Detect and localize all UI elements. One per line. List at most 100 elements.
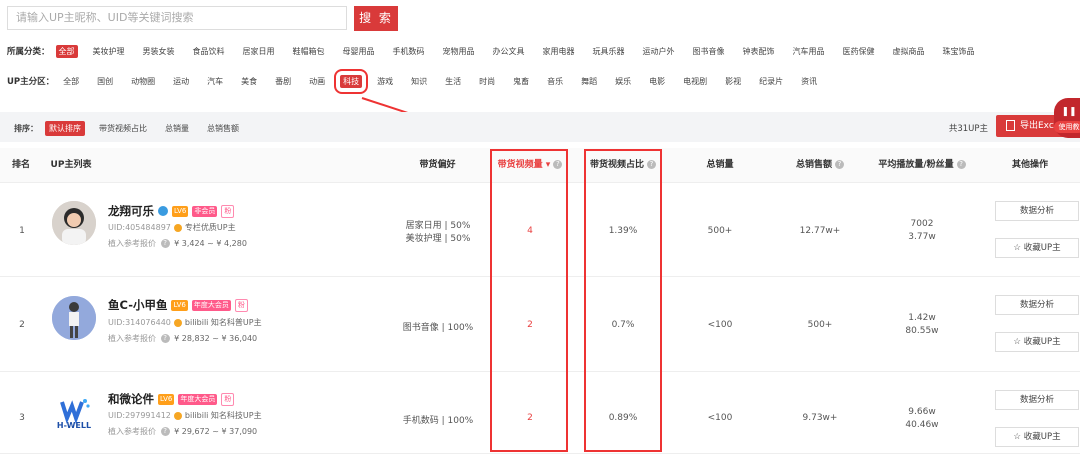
- category-option[interactable]: 男装女装: [140, 45, 178, 58]
- category-option[interactable]: 鞋帽箱包: [290, 45, 328, 58]
- avatar-image: [52, 201, 96, 245]
- sort-video-ratio[interactable]: 带货视频占比: [95, 121, 151, 136]
- total-sales: <100: [707, 413, 733, 423]
- fan-badge: 粉: [234, 298, 248, 312]
- up-name[interactable]: 和微论件: [108, 391, 154, 407]
- zone-option[interactable]: 知识: [408, 75, 430, 88]
- search-button[interactable]: 搜 索: [354, 6, 398, 31]
- avatar[interactable]: H-WELL: [52, 392, 96, 436]
- category-option[interactable]: 手机数码: [390, 45, 428, 58]
- zone-option[interactable]: 电影: [646, 75, 668, 88]
- verified-icon: [158, 206, 168, 216]
- sort-total-sales[interactable]: 总销量: [161, 121, 193, 136]
- data-analysis-button[interactable]: 数据分析: [995, 295, 1079, 315]
- zone-option[interactable]: 美食: [238, 75, 260, 88]
- help-icon[interactable]: ?: [835, 160, 844, 169]
- zone-option[interactable]: 音乐: [544, 75, 566, 88]
- zone-option[interactable]: 娱乐: [612, 75, 634, 88]
- up-name-line: 和微论件 LV6 年度大会员 粉: [108, 391, 235, 407]
- category-option[interactable]: 母婴用品: [340, 45, 378, 58]
- zone-option[interactable]: 时尚: [476, 75, 498, 88]
- header-total-sales: 总销量: [706, 160, 734, 170]
- category-filter: 所属分类： 全部 美妆护理 男装女装 食品饮料 居家日用 鞋帽箱包 母婴用品 手…: [7, 42, 990, 60]
- category-option[interactable]: 虚拟商品: [890, 45, 928, 58]
- header-total-revenue-label: 总销售额: [795, 160, 832, 170]
- category-option[interactable]: 家用电器: [540, 45, 578, 58]
- level-badge: LV6: [172, 205, 189, 217]
- category-option[interactable]: 图书音像: [690, 45, 728, 58]
- help-icon: ?: [160, 334, 170, 343]
- favorite-up-button[interactable]: ☆ 收藏UP主: [995, 427, 1079, 447]
- zone-option[interactable]: 舞蹈: [578, 75, 600, 88]
- up-name[interactable]: 龙翔可乐: [108, 203, 154, 219]
- category-option[interactable]: 珠宝饰品: [940, 45, 978, 58]
- zone-option[interactable]: 资讯: [798, 75, 820, 88]
- category-option[interactable]: 汽车用品: [790, 45, 828, 58]
- avatar[interactable]: [52, 201, 96, 245]
- rank: 3: [19, 413, 25, 423]
- zone-option[interactable]: 影视: [722, 75, 744, 88]
- avg-play: 9.66w: [908, 407, 936, 417]
- rank: 1: [19, 226, 25, 236]
- header-preference: 带货偏好: [419, 160, 456, 170]
- zone-option[interactable]: 游戏: [374, 75, 396, 88]
- fans-count: 3.77w: [908, 232, 936, 242]
- category-option[interactable]: 玩具乐器: [590, 45, 628, 58]
- category-option[interactable]: 办公文具: [490, 45, 528, 58]
- zone-option[interactable]: 番剧: [272, 75, 294, 88]
- sort-label: 排序：: [14, 124, 38, 133]
- zone-option-tech[interactable]: 科技: [334, 68, 369, 94]
- category-option[interactable]: 全部: [55, 44, 78, 58]
- category-option[interactable]: 运动户外: [640, 45, 678, 58]
- up-name[interactable]: 鱼C-小甲鱼: [108, 297, 167, 313]
- zone-option[interactable]: 全部: [60, 75, 82, 88]
- price-line: 植入参考报价 ? ¥ 3,424 ~ ¥ 4,280: [108, 238, 247, 249]
- zone-option[interactable]: 汽车: [204, 75, 226, 88]
- up-description: bilibili 知名科技UP主: [184, 411, 262, 420]
- category-option[interactable]: 宠物用品: [440, 45, 478, 58]
- rank: 2: [19, 320, 25, 330]
- help-tutorial-badge[interactable]: ❚❚ 使用教: [1054, 98, 1080, 138]
- help-icon[interactable]: ?: [956, 160, 966, 169]
- data-analysis-button[interactable]: 数据分析: [995, 201, 1079, 221]
- total-sales: <100: [707, 320, 733, 330]
- zone-option[interactable]: 国创: [94, 75, 116, 88]
- category-option[interactable]: 钟表配饰: [740, 45, 778, 58]
- avatar[interactable]: [52, 296, 96, 340]
- zone-option[interactable]: 生活: [442, 75, 464, 88]
- category-option[interactable]: 食品饮料: [190, 45, 228, 58]
- header-up-list: UP主列表: [50, 160, 92, 170]
- zone-option[interactable]: 电视剧: [680, 75, 710, 88]
- sort-options: 排序： 默认排序 带货视频占比 总销量 总销售额: [14, 121, 253, 136]
- favorite-up-button[interactable]: ☆ 收藏UP主: [995, 238, 1079, 258]
- price-line: 植入参考报价 ? ¥ 29,672 ~ ¥ 37,090: [108, 426, 257, 437]
- zone-option[interactable]: 纪录片: [756, 75, 786, 88]
- category-option[interactable]: 美妆护理: [90, 45, 128, 58]
- zone-option[interactable]: 动物圈: [128, 75, 158, 88]
- uid: UID:405484897: [108, 223, 171, 232]
- sort-total-revenue[interactable]: 总销售额: [203, 121, 243, 136]
- search-input[interactable]: 请输入UP主昵称、UID等关键词搜索: [7, 6, 347, 30]
- price-label: 植入参考报价: [108, 239, 156, 248]
- zone-option[interactable]: 鬼畜: [510, 75, 532, 88]
- zone-option[interactable]: 运动: [170, 75, 192, 88]
- bilibili-badge-icon: [173, 411, 182, 420]
- uid-line: UID:405484897 专栏优质UP主: [108, 222, 236, 233]
- data-analysis-button[interactable]: 数据分析: [995, 390, 1079, 410]
- zone-option[interactable]: 动画: [306, 75, 328, 88]
- fan-badge: 粉: [221, 392, 235, 406]
- up-name-line: 龙翔可乐 LV6 非会员 粉: [108, 203, 235, 219]
- export-icon: [1006, 120, 1015, 131]
- fans-count: 80.55w: [905, 326, 939, 336]
- category-option[interactable]: 医药保健: [840, 45, 878, 58]
- hwell-logo-text: H-WELL: [56, 421, 92, 430]
- help-icon: ?: [160, 427, 170, 436]
- preference-1: 居家日用 | 50%: [405, 221, 471, 231]
- header-rank: 排名: [11, 160, 30, 170]
- favorite-up-button[interactable]: ☆ 收藏UP主: [995, 332, 1079, 352]
- avg-play: 7002: [910, 219, 934, 229]
- sort-default[interactable]: 默认排序: [45, 121, 85, 136]
- zone-label: UP主分区：: [7, 77, 55, 87]
- uid: UID:314076440: [108, 318, 171, 327]
- category-option[interactable]: 居家日用: [240, 45, 278, 58]
